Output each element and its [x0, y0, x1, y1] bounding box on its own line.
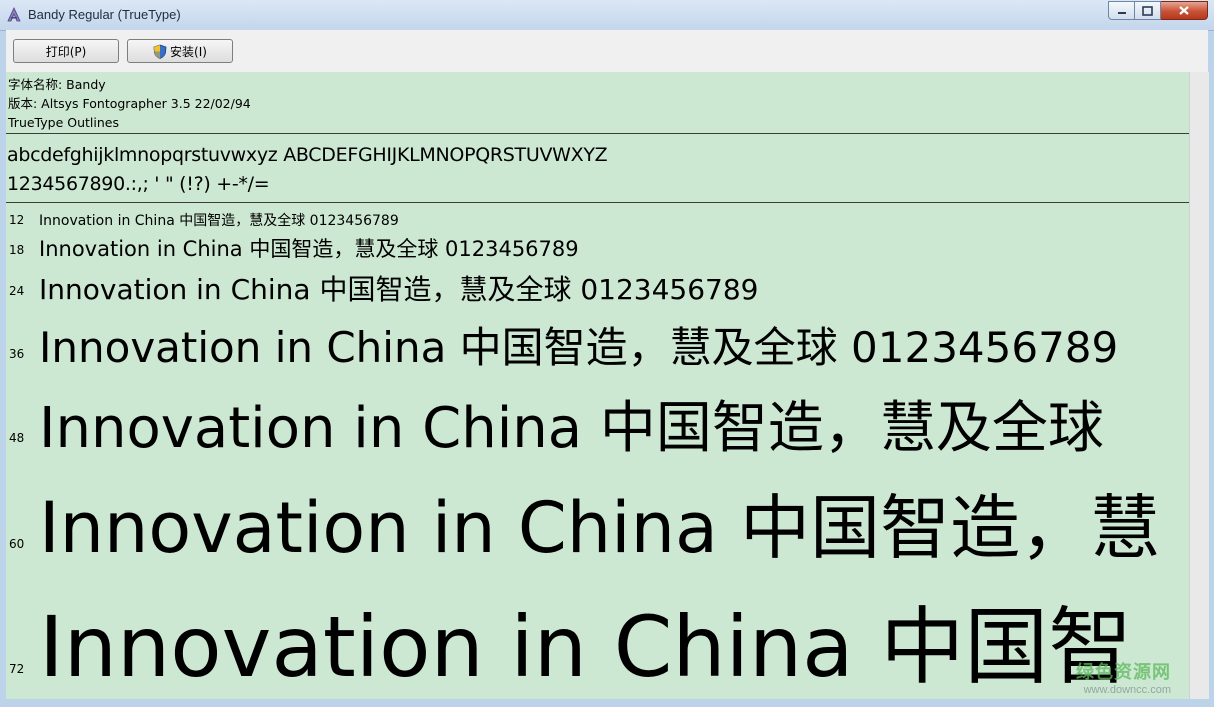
size-label: 72 [9, 662, 25, 676]
sample-text: Innovation in China 中国智 [39, 598, 1133, 696]
sample-text: Innovation in China 中国智造，慧及全球 0123456789 [39, 273, 759, 306]
minimize-button[interactable] [1108, 1, 1135, 20]
title-bar[interactable]: Bandy Regular (TrueType) [0, 0, 1214, 31]
install-button-label: 安装(I) [170, 44, 207, 59]
font-outline-line: TrueType Outlines [8, 115, 119, 130]
print-button[interactable]: 打印(P) [13, 39, 119, 63]
sample-text: Innovation in China 中国智造，慧及全球 0123456789 [39, 237, 579, 261]
font-viewer-icon [7, 7, 21, 22]
close-icon [1179, 6, 1189, 15]
minimize-icon [1117, 11, 1126, 14]
sample-text: Innovation in China 中国智造，慧及全球 [39, 396, 1104, 461]
close-button[interactable] [1161, 1, 1208, 20]
window-frame-bottom [0, 699, 1214, 707]
window-title: Bandy Regular (TrueType) [28, 7, 181, 22]
size-label: 60 [9, 537, 25, 551]
window-controls [1108, 1, 1208, 20]
font-version-line: 版本: Altsys Fontographer 3.5 22/02/94 [8, 96, 251, 111]
size-label: 24 [9, 284, 25, 298]
size-label: 18 [9, 243, 25, 257]
font-preview-area: 字体名称: Bandy 版本: Altsys Fontographer 3.5 … [6, 72, 1189, 699]
sample-text: Innovation in China 中国智造，慧及全球 0123456789 [39, 323, 1119, 372]
watermark: 绿色资源网 www.downcc.com [1076, 658, 1171, 696]
divider [6, 202, 1189, 203]
font-name-line: 字体名称: Bandy [8, 77, 106, 92]
size-label: 36 [9, 347, 25, 361]
maximize-icon [1142, 5, 1153, 16]
vertical-scrollbar[interactable] [1189, 72, 1209, 699]
size-label: 48 [9, 431, 25, 445]
divider [6, 133, 1189, 134]
charset-letters: abcdefghijklmnopqrstuvwxyz ABCDEFGHIJKLM… [7, 144, 608, 166]
watermark-logo-text: 绿色资源网 [1076, 662, 1171, 683]
font-info: 字体名称: Bandy 版本: Altsys Fontographer 3.5 … [8, 75, 251, 132]
watermark-url: www.downcc.com [1083, 684, 1171, 696]
sample-text: Innovation in China 中国智造，慧及全球 0123456789 [39, 213, 399, 229]
maximize-button[interactable] [1135, 1, 1161, 20]
size-label: 12 [9, 213, 25, 227]
toolbar: 打印(P) 安装(I) [6, 30, 1208, 73]
install-button[interactable]: 安装(I) [127, 39, 233, 63]
uac-shield-icon [153, 44, 167, 59]
sample-text: Innovation in China 中国智造，慧 [39, 487, 1161, 569]
charset-digits: 1234567890.:,; ' " (!?) +-*/= [7, 173, 270, 195]
